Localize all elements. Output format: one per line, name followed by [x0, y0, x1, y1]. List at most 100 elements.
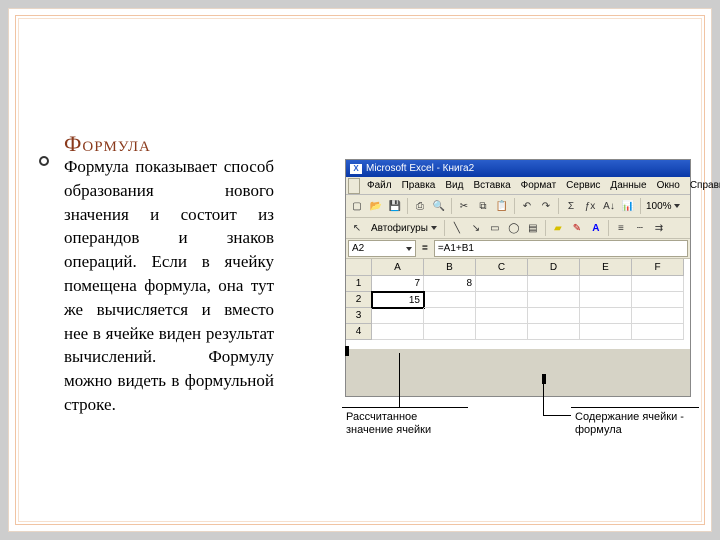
zoom-combo[interactable]: 100% [644, 201, 682, 212]
cell-d4[interactable] [528, 324, 580, 340]
menu-bar: Файл Правка Вид Вставка Формат Сервис Да… [346, 177, 690, 195]
callout-marker-left [345, 346, 349, 356]
cell-d3[interactable] [528, 308, 580, 324]
menu-file[interactable]: Файл [362, 179, 397, 192]
open-icon[interactable]: 📂 [367, 197, 385, 215]
copy-icon[interactable]: ⧉ [474, 197, 492, 215]
formula-input[interactable]: =A1+B1 [434, 240, 688, 257]
toolbar-separator [640, 198, 641, 214]
excel-app-icon: X [350, 164, 362, 174]
col-header-b[interactable]: B [424, 259, 476, 276]
spreadsheet-grid: A B C D E F 1 7 8 2 15 3 [346, 259, 690, 349]
toolbar-separator [444, 220, 445, 236]
menu-window[interactable]: Окно [652, 179, 685, 192]
dropdown-arrow-icon [406, 247, 412, 251]
control-menu-icon[interactable] [348, 178, 360, 194]
cell-b4[interactable] [424, 324, 476, 340]
undo-icon[interactable]: ↶ [518, 197, 536, 215]
autoshapes-button[interactable]: Автофигуры [367, 223, 441, 234]
cell-c4[interactable] [476, 324, 528, 340]
callout-right-text: Содержание ячейки - формула [575, 411, 684, 436]
menu-edit[interactable]: Правка [397, 179, 441, 192]
cell-d2[interactable] [528, 292, 580, 308]
cell-b1[interactable]: 8 [424, 276, 476, 292]
cell-a3[interactable] [372, 308, 424, 324]
dash-style-icon[interactable]: ┄ [631, 219, 649, 237]
zoom-value: 100% [646, 201, 672, 212]
menu-insert[interactable]: Вставка [468, 179, 515, 192]
cell-e2[interactable] [580, 292, 632, 308]
new-icon[interactable]: ▢ [348, 197, 366, 215]
line-color-icon[interactable]: ✎ [568, 219, 586, 237]
row-header-3[interactable]: 3 [346, 308, 372, 324]
menu-tools[interactable]: Сервис [561, 179, 605, 192]
toolbar-separator [407, 198, 408, 214]
drawing-toolbar: ↖ Автофигуры ╲ ↘ ▭ ◯ ▤ ▰ ✎ A ≡ ┄ ⇉ [346, 218, 690, 239]
menu-format[interactable]: Формат [516, 179, 562, 192]
window-title: Microsoft Excel - Книга2 [366, 163, 474, 174]
sort-asc-icon[interactable]: A↓ [600, 197, 618, 215]
font-color-icon[interactable]: A [587, 219, 605, 237]
line-icon[interactable]: ╲ [448, 219, 466, 237]
toolbar-separator [545, 220, 546, 236]
chart-icon[interactable]: 📊 [619, 197, 637, 215]
cell-f3[interactable] [632, 308, 684, 324]
col-header-c[interactable]: C [476, 259, 528, 276]
menu-view[interactable]: Вид [440, 179, 468, 192]
select-all-corner[interactable] [346, 259, 372, 276]
cut-icon[interactable]: ✂ [455, 197, 473, 215]
rect-icon[interactable]: ▭ [486, 219, 504, 237]
save-icon[interactable]: 💾 [386, 197, 404, 215]
menu-help[interactable]: Справка [685, 179, 720, 192]
callout-left: Рассчитанное значение ячейки [342, 407, 468, 439]
cell-c2[interactable] [476, 292, 528, 308]
toolbar-separator [608, 220, 609, 236]
cell-f4[interactable] [632, 324, 684, 340]
col-header-a[interactable]: A [372, 259, 424, 276]
col-header-e[interactable]: E [580, 259, 632, 276]
name-box[interactable]: A2 [348, 240, 416, 257]
col-header-d[interactable]: D [528, 259, 580, 276]
cell-b2[interactable] [424, 292, 476, 308]
cell-e1[interactable] [580, 276, 632, 292]
fx-icon[interactable]: ƒx [581, 197, 599, 215]
cell-d1[interactable] [528, 276, 580, 292]
callout-right: Содержание ячейки - формула [571, 407, 699, 439]
draw-select-icon[interactable]: ↖ [348, 219, 366, 237]
cell-f1[interactable] [632, 276, 684, 292]
redo-icon[interactable]: ↷ [537, 197, 555, 215]
cell-a4[interactable] [372, 324, 424, 340]
cell-e3[interactable] [580, 308, 632, 324]
col-header-f[interactable]: F [632, 259, 684, 276]
slide-page: Формула Формула показывает способ образо… [8, 8, 712, 532]
menu-data[interactable]: Данные [605, 179, 651, 192]
cell-c1[interactable] [476, 276, 528, 292]
callout-connector-right-h [543, 415, 571, 416]
formula-bar: A2 = =A1+B1 [346, 239, 690, 259]
cell-b3[interactable] [424, 308, 476, 324]
preview-icon[interactable]: 🔍 [430, 197, 448, 215]
toolbar-separator [514, 198, 515, 214]
print-icon[interactable]: ⎙ [411, 197, 429, 215]
autosum-icon[interactable]: Σ [562, 197, 580, 215]
row-header-4[interactable]: 4 [346, 324, 372, 340]
window-titlebar: X Microsoft Excel - Книга2 [346, 160, 690, 177]
excel-screenshot: X Microsoft Excel - Книга2 Файл Правка В… [345, 159, 691, 397]
cell-f2[interactable] [632, 292, 684, 308]
paste-icon[interactable]: 📋 [493, 197, 511, 215]
arrow-icon[interactable]: ↘ [467, 219, 485, 237]
fill-color-icon[interactable]: ▰ [549, 219, 567, 237]
cell-a1[interactable]: 7 [372, 276, 424, 292]
textbox-icon[interactable]: ▤ [524, 219, 542, 237]
arrow-style-icon[interactable]: ⇉ [650, 219, 668, 237]
row-header-1[interactable]: 1 [346, 276, 372, 292]
formula-value: =A1+B1 [438, 243, 474, 254]
row-header-2[interactable]: 2 [346, 292, 372, 308]
cell-c3[interactable] [476, 308, 528, 324]
toolbar-separator [451, 198, 452, 214]
cell-e4[interactable] [580, 324, 632, 340]
cell-a2-selected[interactable]: 15 [371, 291, 425, 309]
oval-icon[interactable]: ◯ [505, 219, 523, 237]
equals-icon[interactable]: = [418, 243, 432, 254]
line-weight-icon[interactable]: ≡ [612, 219, 630, 237]
